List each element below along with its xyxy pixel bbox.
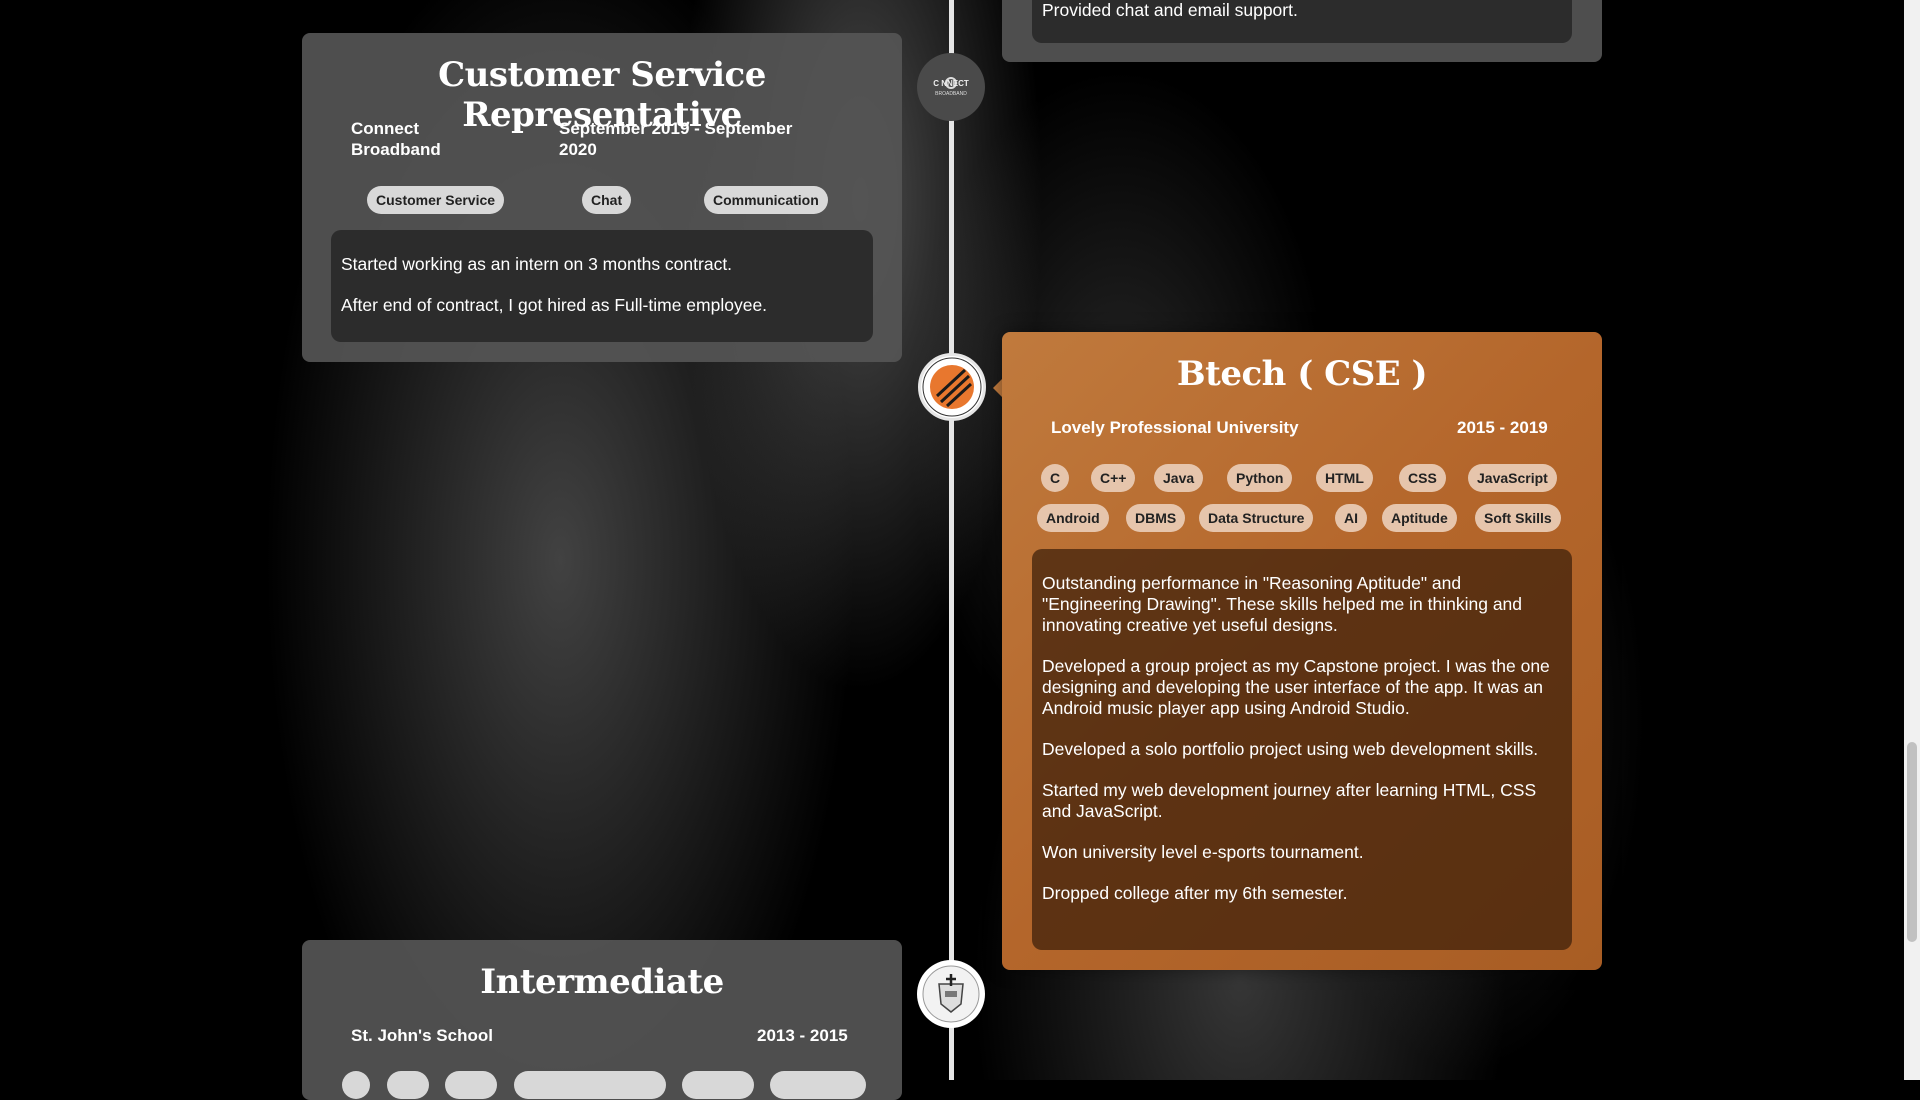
skill-tag: C — [1041, 464, 1070, 492]
skill-tag: Aptitude — [1382, 504, 1457, 532]
skill-tag: HTML — [1316, 464, 1373, 492]
education-institution: Lovely Professional University — [1051, 418, 1299, 437]
skill-tag: Android — [1037, 504, 1109, 532]
previous-experience-description: Provided chat and email support. — [1032, 0, 1572, 43]
intermediate-tag — [342, 1071, 370, 1099]
job-dates-line2: 2020 — [559, 140, 597, 159]
job-description: Started working as an intern on 3 months… — [331, 230, 873, 342]
intermediate-meta: St. John's School 2013 - 2015 — [302, 1026, 902, 1050]
job-tag: Communication — [704, 186, 828, 214]
intermediate-card: Intermediate St. John's School 2013 - 20… — [302, 940, 902, 1100]
previous-experience-last-line: Provided chat and email support. — [1042, 0, 1298, 20]
job-dates-line1: September 2019 - September — [559, 119, 793, 138]
skill-tag: Python — [1227, 464, 1293, 492]
school-crest-icon — [922, 965, 980, 1023]
skill-tag: DBMS — [1126, 504, 1186, 532]
education-description: Outstanding performance in "Reasoning Ap… — [1032, 549, 1572, 950]
education-paragraph: Developed a solo portfolio project using… — [1042, 739, 1539, 759]
skill-tag: Java — [1154, 464, 1204, 492]
background — [0, 0, 1920, 1080]
intermediate-tag — [445, 1071, 497, 1099]
job-card: Customer Service Representative Connect … — [302, 33, 902, 362]
intermediate-tag — [682, 1071, 754, 1099]
skill-tag: AI — [1335, 504, 1367, 532]
intermediate-years: 2013 - 2015 — [757, 1026, 848, 1045]
education-paragraph: Dropped college after my 6th semester. — [1042, 883, 1348, 903]
education-title: Btech ( CSE ) — [1176, 354, 1428, 394]
intermediate-school: St. John's School — [351, 1026, 493, 1045]
connect-broadband-logo: C NNECT BROADBAND — [917, 53, 985, 121]
education-paragraph: Developed a group project as my Capstone… — [1042, 656, 1550, 718]
timeline-line — [949, 0, 954, 1080]
scrollbar-thumb[interactable] — [1907, 742, 1917, 942]
svg-text:BROADBAND: BROADBAND — [935, 91, 967, 97]
previous-experience-card: Provided chat and email support. — [1002, 0, 1602, 62]
skill-tag: JavaScript — [1468, 464, 1557, 492]
education-paragraph: Started my web development journey after… — [1042, 780, 1537, 821]
skill-tag: Data Structure — [1199, 504, 1314, 532]
job-tag: Customer Service — [367, 186, 505, 214]
intermediate-title: Intermediate — [480, 962, 724, 1002]
education-paragraph: Outstanding performance in "Reasoning Ap… — [1042, 573, 1523, 635]
job-meta: Connect Broadband September 2019 - Septe… — [302, 119, 902, 163]
education-meta: Lovely Professional University 2015 - 20… — [1002, 418, 1602, 442]
education-paragraph: Won university level e-sports tournament… — [1042, 842, 1364, 862]
scrollbar[interactable] — [1904, 0, 1920, 1080]
job-paragraph: Started working as an intern on 3 months… — [341, 254, 733, 274]
lpu-logo — [918, 353, 986, 421]
st-johns-logo — [917, 960, 985, 1028]
job-company-line1: Connect — [351, 119, 419, 138]
intermediate-tag — [770, 1071, 866, 1099]
connect-logo-icon: C NNECT BROADBAND — [933, 77, 969, 97]
education-years: 2015 - 2019 — [1457, 418, 1548, 437]
job-tag: Chat — [582, 186, 632, 214]
job-company-line2: Broadband — [351, 140, 441, 159]
lpu-emblem-icon — [922, 357, 982, 417]
job-paragraph: After end of contract, I got hired as Fu… — [341, 295, 768, 315]
intermediate-tag — [514, 1071, 666, 1099]
education-card: Btech ( CSE ) Lovely Professional Univer… — [1002, 332, 1602, 970]
svg-text:C NNECT: C NNECT — [933, 79, 969, 88]
intermediate-tag — [387, 1071, 429, 1099]
skill-tag: CSS — [1399, 464, 1446, 492]
skill-tag: Soft Skills — [1475, 504, 1561, 532]
skill-tag: C++ — [1091, 464, 1136, 492]
